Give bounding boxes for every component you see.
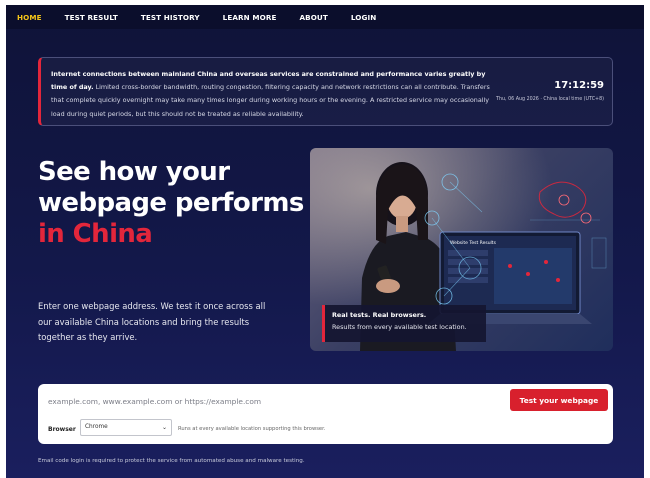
image-caption: Real tests. Real browsers. Results from … (322, 305, 486, 342)
laptop-title: Website Test Results (450, 240, 497, 246)
china-clock: 17:12:59 Thu, 06 Aug 2026 · China local … (496, 80, 604, 102)
top-nav: HOME TEST RESULT TEST HISTORY LEARN MORE… (6, 5, 644, 29)
nav-home[interactable]: HOME (17, 13, 42, 22)
nav-test-history[interactable]: TEST HISTORY (141, 13, 200, 22)
test-form: Test your webpage Browser Chrome ⌄ Runs … (38, 384, 613, 444)
hero-intro: Enter one webpage address. We test it on… (38, 301, 266, 343)
browser-label: Browser (48, 426, 76, 433)
notice-body-text: Limited cross-border bandwidth, routing … (51, 83, 490, 118)
headline-accent: in China (38, 219, 153, 249)
url-input[interactable] (48, 390, 498, 412)
headline-line-1: See how your (38, 157, 230, 187)
clock-date: Thu, 06 Aug 2026 · China local time (UTC… (496, 97, 604, 102)
nav-login[interactable]: LOGIN (351, 13, 377, 22)
clock-time: 17:12:59 (554, 80, 604, 91)
caption-subtitle: Results from every available test locati… (332, 323, 467, 331)
chevron-down-icon: ⌄ (161, 424, 167, 431)
login-footnote: Email code login is required to protect … (38, 458, 305, 464)
hero-headline: See how your webpage performs in China (38, 157, 304, 250)
hero-image: Website Test Results Real tests. Real br… (310, 148, 613, 351)
headline-line-2: webpage performs (38, 188, 304, 218)
nav-test-result[interactable]: TEST RESULT (65, 13, 118, 22)
test-webpage-button[interactable]: Test your webpage (510, 389, 608, 411)
page: HOME TEST RESULT TEST HISTORY LEARN MORE… (6, 5, 644, 478)
browser-select[interactable]: Chrome ⌄ (80, 419, 172, 436)
browser-note: Runs at every available location support… (178, 426, 326, 432)
caption-title: Real tests. Real browsers. (332, 311, 427, 319)
nav-about[interactable]: ABOUT (299, 13, 327, 22)
notice-text: Internet connections between mainland Ch… (51, 68, 491, 121)
connectivity-notice: Internet connections between mainland Ch… (38, 57, 613, 126)
browser-selected-value: Chrome (85, 424, 108, 430)
nav-learn-more[interactable]: LEARN MORE (223, 13, 277, 22)
